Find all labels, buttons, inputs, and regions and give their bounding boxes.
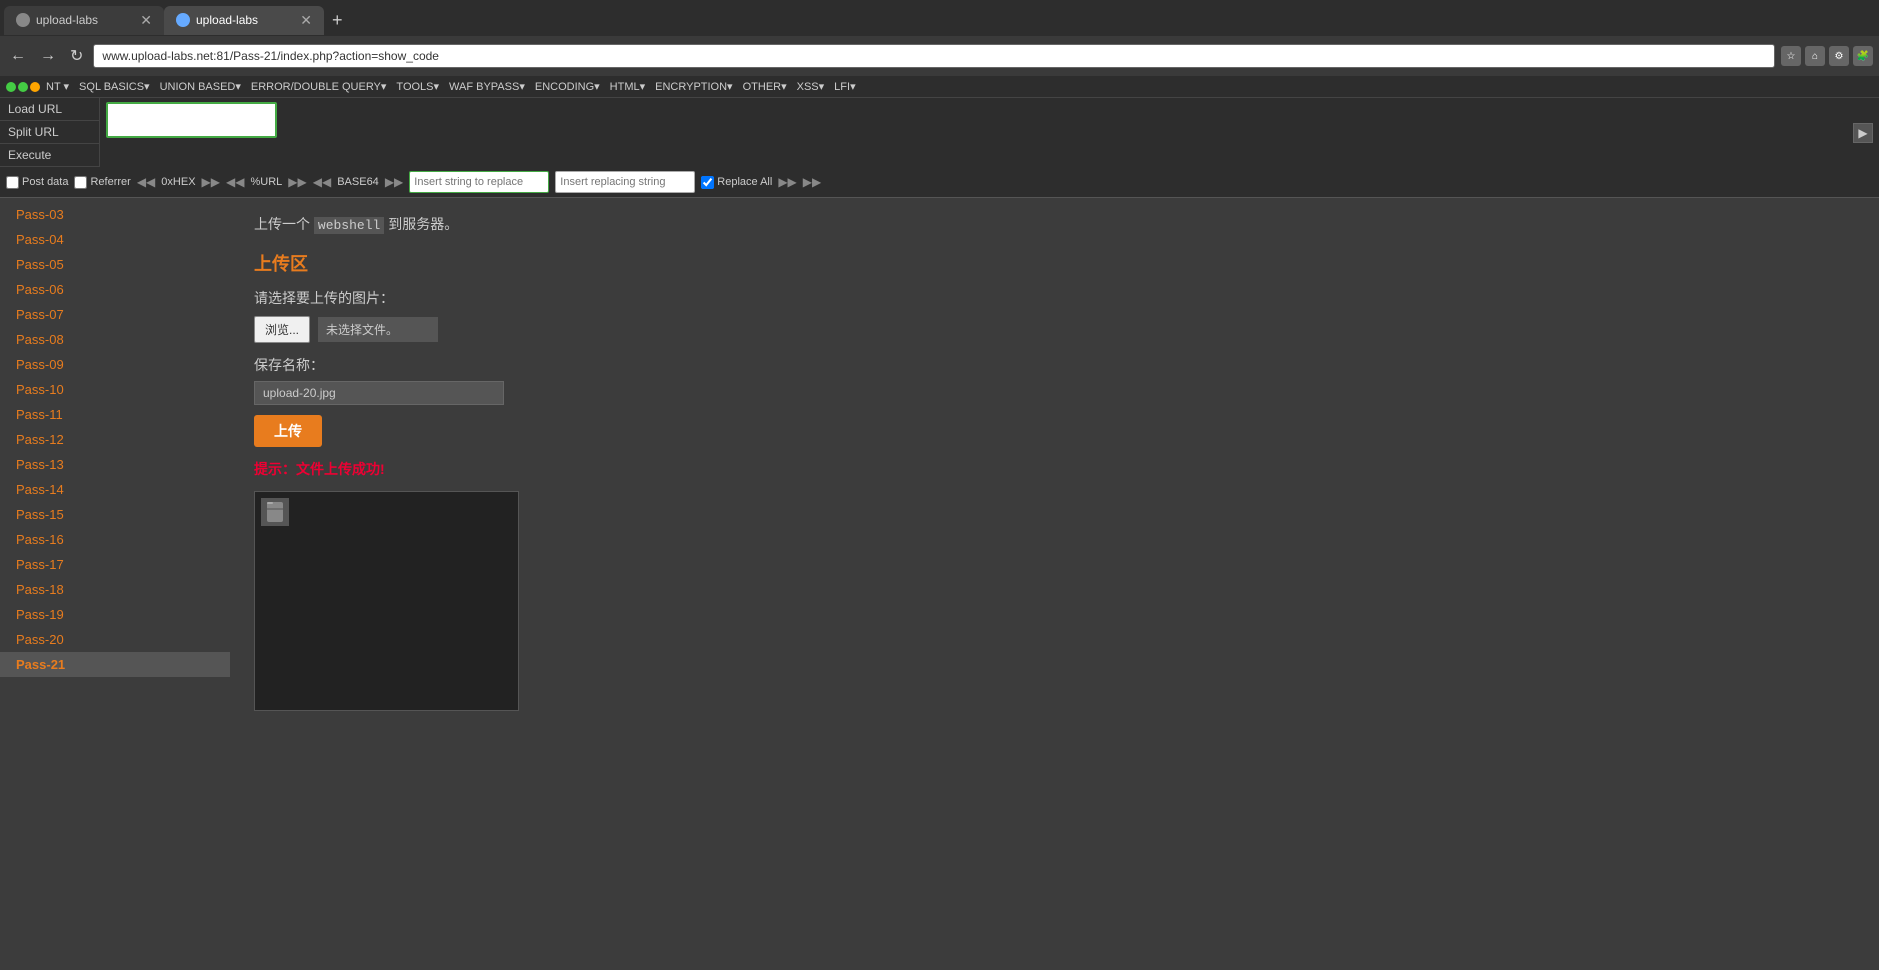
sidebar-item-pass04[interactable]: Pass-04 <box>0 227 230 252</box>
sidebar-item-pass05[interactable]: Pass-05 <box>0 252 230 277</box>
tab-1-label: upload-labs <box>36 13 98 27</box>
desc-prefix: 上传一个 <box>254 216 314 232</box>
hackbar-options-bar: Post data Referrer ◀◀ 0xHEX ▶▶ ◀◀ %URL ▶… <box>0 167 1879 197</box>
sidebar-item-pass09[interactable]: Pass-09 <box>0 352 230 377</box>
forward-button[interactable]: → <box>36 45 60 67</box>
dot-orange-icon <box>30 82 40 92</box>
tab-2-icon <box>176 13 190 27</box>
post-data-label: Post data <box>22 176 68 188</box>
hackbar-xss[interactable]: XSS▾ <box>793 78 829 95</box>
upload-button[interactable]: 上传 <box>254 415 322 447</box>
sidebar-item-pass16[interactable]: Pass-16 <box>0 527 230 552</box>
replacing-string-input[interactable] <box>555 171 695 193</box>
preview-file-icon <box>261 498 289 526</box>
hackbar-encryption[interactable]: ENCRYPTION▾ <box>651 78 736 95</box>
tab-1-close[interactable]: ✕ <box>140 12 152 29</box>
bookmark-icon[interactable]: ☆ <box>1781 46 1801 66</box>
tab-1-icon <box>16 13 30 27</box>
arrow-7: ▶▶ <box>778 175 796 189</box>
save-name-label: 保存名称： <box>254 355 1855 375</box>
arrow-8: ▶▶ <box>803 175 821 189</box>
hackbar-encoding[interactable]: ENCODING▾ <box>531 78 604 95</box>
file-select-label: 请选择要上传的图片： <box>254 288 1855 308</box>
back-button[interactable]: ← <box>6 45 30 67</box>
sidebar-item-pass21[interactable]: Pass-21 <box>0 652 230 677</box>
arrow-3: ◀◀ <box>226 175 244 189</box>
arrow-4: ▶▶ <box>288 175 306 189</box>
hackbar-html[interactable]: HTML▾ <box>606 78 649 95</box>
post-data-checkbox[interactable] <box>6 176 19 189</box>
extensions-icon[interactable]: 🧩 <box>1853 46 1873 66</box>
preview-box <box>254 491 519 711</box>
hackbar-menu: NT ▾ SQL BASICS▾ UNION BASED▾ ERROR/DOUB… <box>0 76 1879 98</box>
hackbar-waf-bypass[interactable]: WAF BYPASS▾ <box>445 78 529 95</box>
hackbar-other[interactable]: OTHER▾ <box>739 78 791 95</box>
tab-1[interactable]: upload-labs ✕ <box>4 6 164 35</box>
hackbar-tools[interactable]: TOOLS▾ <box>392 78 443 95</box>
sidebar: Pass-03 Pass-04 Pass-05 Pass-06 Pass-07 … <box>0 198 230 970</box>
desc-suffix: 到服务器。 <box>384 216 458 232</box>
sidebar-item-pass07[interactable]: Pass-07 <box>0 302 230 327</box>
home-icon[interactable]: ⌂ <box>1805 46 1825 66</box>
sidebar-item-pass10[interactable]: Pass-10 <box>0 377 230 402</box>
sidebar-item-pass03[interactable]: Pass-03 <box>0 202 230 227</box>
save-name-input[interactable] <box>254 381 504 405</box>
settings-icon[interactable]: ⚙ <box>1829 46 1849 66</box>
page-description: 上传一个 webshell 到服务器。 <box>254 214 1855 234</box>
sidebar-item-pass15[interactable]: Pass-15 <box>0 502 230 527</box>
file-name-display: 未选择文件。 <box>318 317 438 342</box>
desc-code: webshell <box>314 217 384 234</box>
upload-section-title: 上传区 <box>254 250 1855 276</box>
sidebar-item-pass13[interactable]: Pass-13 <box>0 452 230 477</box>
post-data-option[interactable]: Post data <box>6 176 68 189</box>
hackbar-right-btn[interactable]: ▶ <box>1853 123 1873 143</box>
url-label: %URL <box>250 176 282 188</box>
success-message: 提示：文件上传成功! <box>254 459 1855 479</box>
arrow-2: ▶▶ <box>202 175 220 189</box>
sidebar-item-pass14[interactable]: Pass-14 <box>0 477 230 502</box>
replace-all-label: Replace All <box>717 176 772 188</box>
browse-button[interactable]: 浏览... <box>254 316 310 343</box>
sidebar-item-pass12[interactable]: Pass-12 <box>0 427 230 452</box>
sidebar-item-pass18[interactable]: Pass-18 <box>0 577 230 602</box>
referrer-option[interactable]: Referrer <box>74 176 130 189</box>
tab-2-label: upload-labs <box>196 13 258 27</box>
replace-string-input[interactable] <box>409 171 549 193</box>
sidebar-item-pass06[interactable]: Pass-06 <box>0 277 230 302</box>
url-bar[interactable] <box>93 44 1775 68</box>
split-url-button[interactable]: Split URL <box>0 121 99 144</box>
base64-label: BASE64 <box>337 176 379 188</box>
replace-all-checkbox[interactable] <box>701 176 714 189</box>
new-tab-button[interactable]: + <box>324 10 351 31</box>
sidebar-item-pass17[interactable]: Pass-17 <box>0 552 230 577</box>
hackbar-sql-basics[interactable]: SQL BASICS▾ <box>75 78 154 95</box>
referrer-label: Referrer <box>90 176 130 188</box>
reload-button[interactable]: ↻ <box>66 44 87 68</box>
execute-button[interactable]: Execute <box>0 144 99 167</box>
arrow-6: ▶▶ <box>385 175 403 189</box>
hackbar-lfi[interactable]: LFI▾ <box>830 78 859 95</box>
dot-green-icon <box>6 82 16 92</box>
hackbar-union-based[interactable]: UNION BASED▾ <box>156 78 245 95</box>
hackbar-error-double[interactable]: ERROR/DOUBLE QUERY▾ <box>247 78 391 95</box>
tab-2-close[interactable]: ✕ <box>300 12 312 29</box>
replace-all-option[interactable]: Replace All <box>701 176 772 189</box>
load-url-button[interactable]: Load URL <box>0 98 99 121</box>
sidebar-item-pass19[interactable]: Pass-19 <box>0 602 230 627</box>
tab-2[interactable]: upload-labs ✕ <box>164 6 324 35</box>
hackbar-url-input[interactable] <box>106 102 277 138</box>
referrer-checkbox[interactable] <box>74 176 87 189</box>
sidebar-item-pass08[interactable]: Pass-08 <box>0 327 230 352</box>
sidebar-item-pass20[interactable]: Pass-20 <box>0 627 230 652</box>
dot-green-2-icon <box>18 82 28 92</box>
sidebar-item-pass11[interactable]: Pass-11 <box>0 402 230 427</box>
arrow-5: ◀◀ <box>313 175 331 189</box>
hex-label: 0xHEX <box>161 176 195 188</box>
file-input-row: 浏览... 未选择文件。 <box>254 316 1855 343</box>
arrow-1: ◀◀ <box>137 175 155 189</box>
hackbar-nt[interactable]: NT ▾ <box>42 78 73 95</box>
content-area: 上传一个 webshell 到服务器。 上传区 请选择要上传的图片： 浏览...… <box>230 198 1879 970</box>
